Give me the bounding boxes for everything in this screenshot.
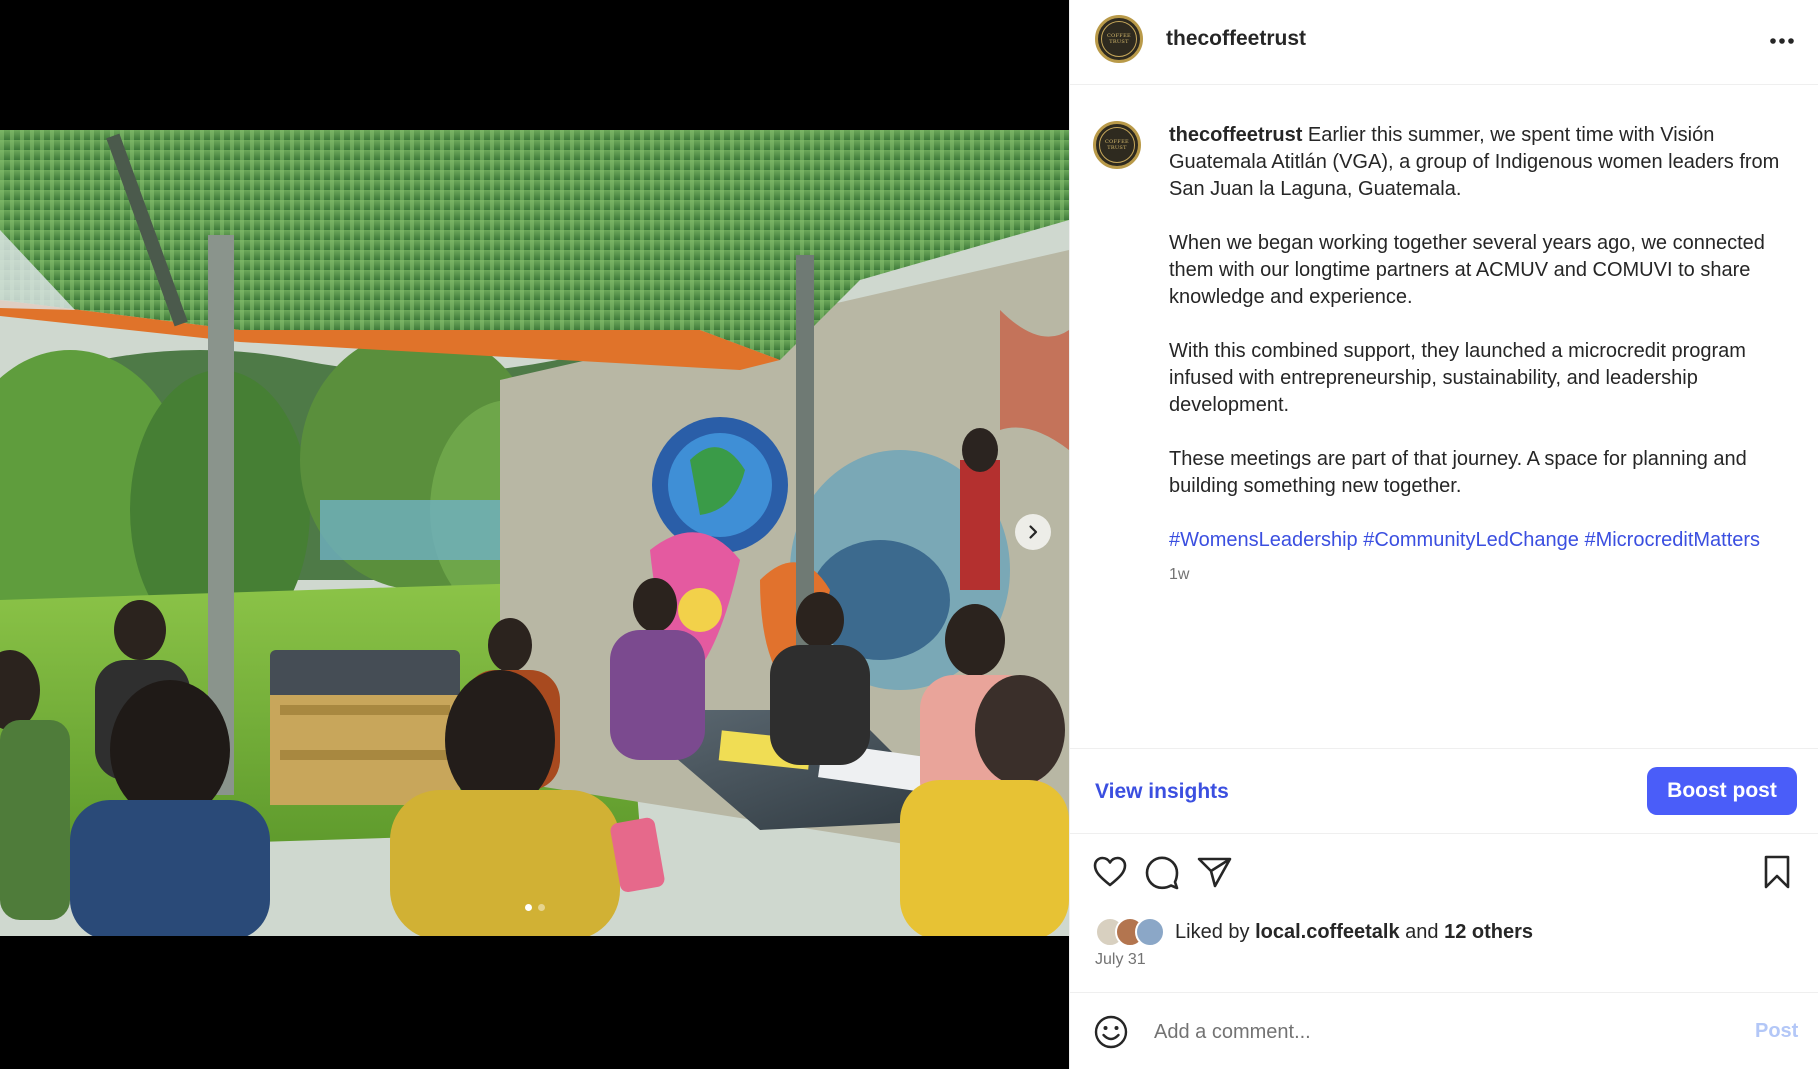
chevron-right-icon: [1029, 525, 1038, 539]
header-username[interactable]: thecoffeetrust: [1166, 27, 1306, 51]
comment-bar: Post: [1070, 992, 1818, 1069]
post-side-panel: COFFEE TRUST thecoffeetrust COFFEE TRUST…: [1069, 0, 1818, 1069]
caption-username[interactable]: thecoffeetrust: [1169, 124, 1302, 146]
coffee-trust-logo: COFFEE TRUST: [1099, 127, 1135, 163]
post-header: COFFEE TRUST thecoffeetrust: [1070, 0, 1818, 85]
carousel-indicator: [0, 904, 1069, 911]
instagram-post-view: COFFEE TRUST thecoffeetrust COFFEE TRUST…: [0, 0, 1818, 1069]
comment-icon: [1145, 856, 1179, 890]
post-media: [0, 0, 1069, 1069]
caption-paragraph: thecoffeetrust Earlier this summer, we s…: [1169, 124, 1780, 200]
hashtag-link[interactable]: #CommunityLedChange: [1363, 529, 1579, 551]
emoji-button[interactable]: [1093, 1014, 1129, 1050]
post-photo: [0, 130, 1069, 936]
save-button[interactable]: [1757, 852, 1797, 892]
likes-summary: Liked by local.coffeetalk and 12 others: [1095, 916, 1533, 948]
insights-bar: View insights Boost post: [1070, 748, 1818, 834]
like-button[interactable]: [1090, 852, 1130, 892]
caption-paragraph: These meetings are part of that journey.…: [1169, 448, 1747, 497]
caption-avatar[interactable]: COFFEE TRUST: [1093, 121, 1141, 169]
avatar[interactable]: [1135, 917, 1165, 947]
share-button[interactable]: [1194, 852, 1234, 892]
view-insights-link[interactable]: View insights: [1095, 780, 1229, 804]
liker-username[interactable]: local.coffeetalk: [1255, 921, 1400, 943]
comment-input[interactable]: [1154, 1015, 1634, 1049]
boost-post-button[interactable]: Boost post: [1647, 767, 1797, 815]
comment-button[interactable]: [1142, 852, 1182, 892]
caption-paragraph: With this combined support, they launche…: [1169, 340, 1746, 416]
likes-others[interactable]: 12 others: [1444, 921, 1533, 943]
bookmark-icon: [1764, 855, 1790, 889]
heart-icon: [1093, 856, 1127, 887]
carousel-dot-active: [524, 904, 532, 911]
post-age[interactable]: 1w: [1169, 566, 1189, 584]
hashtags: #WomensLeadership #CommunityLedChange #M…: [1169, 527, 1801, 554]
avatar[interactable]: COFFEE TRUST: [1095, 15, 1143, 63]
emoji-icon: [1094, 1015, 1128, 1049]
hashtag-link[interactable]: #WomensLeadership: [1169, 529, 1358, 551]
hashtag-link[interactable]: #MicrocreditMatters: [1584, 529, 1760, 551]
caption-paragraph: When we began working together several y…: [1169, 232, 1765, 308]
post-comment-button[interactable]: Post: [1755, 1020, 1798, 1043]
post-actions: [1070, 852, 1818, 896]
carousel-dot: [537, 904, 545, 911]
post-date: July 31: [1095, 951, 1146, 968]
send-icon: [1197, 857, 1232, 888]
more-horizontal-icon: [1770, 38, 1794, 44]
coffee-trust-logo: COFFEE TRUST: [1101, 21, 1137, 57]
likes-text: Liked by local.coffeetalk and 12 others: [1175, 920, 1534, 943]
next-slide-button[interactable]: [1015, 514, 1051, 550]
post-caption: thecoffeetrust Earlier this summer, we s…: [1169, 122, 1801, 581]
more-options-button[interactable]: [1765, 26, 1799, 56]
